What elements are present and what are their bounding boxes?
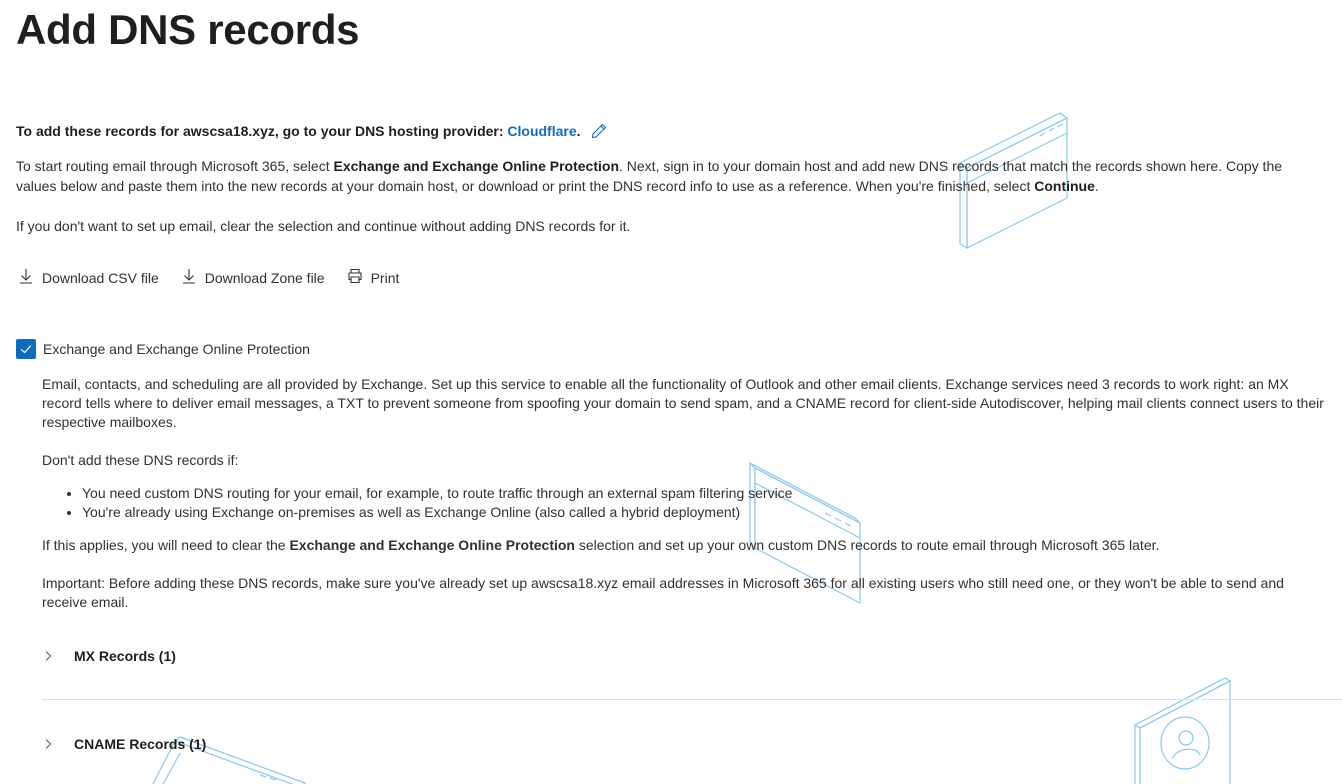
download-icon xyxy=(18,268,34,287)
dns-provider-line: To add these records for awscsa18.xyz, g… xyxy=(16,123,607,139)
profile-card-illustration xyxy=(1133,677,1232,784)
chevron-right-icon xyxy=(45,739,52,749)
cname-records-accordion[interactable]: CNAME Records (1) xyxy=(42,736,206,752)
applies-text-2: selection and set up your own custom DNS… xyxy=(574,537,1160,553)
exchange-checkbox-label[interactable]: Exchange and Exchange Online Protection xyxy=(43,341,310,357)
pencil-icon[interactable] xyxy=(591,123,607,139)
page-title: Add DNS records xyxy=(16,6,360,53)
provider-prefix: To add these records for awscsa18.xyz, g… xyxy=(16,123,508,139)
no-email-note: If you don't want to set up email, clear… xyxy=(16,218,631,234)
print-icon xyxy=(347,268,363,287)
applies-text-1: If this applies, you will need to clear … xyxy=(42,537,290,553)
download-zone-button[interactable]: Download Zone file xyxy=(181,268,325,287)
print-button[interactable]: Print xyxy=(347,268,400,287)
download-csv-button[interactable]: Download CSV file xyxy=(18,268,159,287)
chevron-right-icon xyxy=(45,651,52,661)
exchange-checkbox[interactable] xyxy=(16,339,36,359)
intro-bold-service: Exchange and Exchange Online Protection xyxy=(333,158,619,174)
intro-bold-continue: Continue xyxy=(1034,178,1095,194)
dont-add-list: You need custom DNS routing for your ema… xyxy=(42,484,792,522)
dont-add-heading: Don't add these DNS records if: xyxy=(42,452,239,468)
exchange-description: Email, contacts, and scheduling are all … xyxy=(42,376,1324,430)
applies-bold: Exchange and Exchange Online Protection xyxy=(289,537,575,553)
important-note: Important: Before adding these DNS recor… xyxy=(42,575,1284,610)
download-zone-label: Download Zone file xyxy=(204,269,325,286)
download-icon xyxy=(181,268,197,287)
intro-text-1: To start routing email through Microsoft… xyxy=(16,158,334,174)
mx-records-label: MX Records (1) xyxy=(74,648,176,664)
download-csv-label: Download CSV file xyxy=(42,269,159,286)
action-bar: Download CSV file Download Zone file Pri… xyxy=(18,268,399,287)
applies-note: If this applies, you will need to clear … xyxy=(42,536,1326,555)
exchange-checkbox-row: Exchange and Exchange Online Protection xyxy=(16,339,310,359)
provider-suffix: . xyxy=(576,123,581,139)
print-label: Print xyxy=(370,269,400,286)
provider-link[interactable]: Cloudflare xyxy=(507,123,576,139)
list-item: You need custom DNS routing for your ema… xyxy=(82,484,792,503)
intro-paragraph: To start routing email through Microsoft… xyxy=(16,156,1326,196)
divider xyxy=(42,699,1342,700)
mx-records-accordion[interactable]: MX Records (1) xyxy=(42,648,176,664)
checkmark-icon xyxy=(20,345,32,354)
intro-text-3: . xyxy=(1094,178,1099,194)
cname-records-label: CNAME Records (1) xyxy=(74,736,207,752)
list-item: You're already using Exchange on-premise… xyxy=(82,503,792,522)
